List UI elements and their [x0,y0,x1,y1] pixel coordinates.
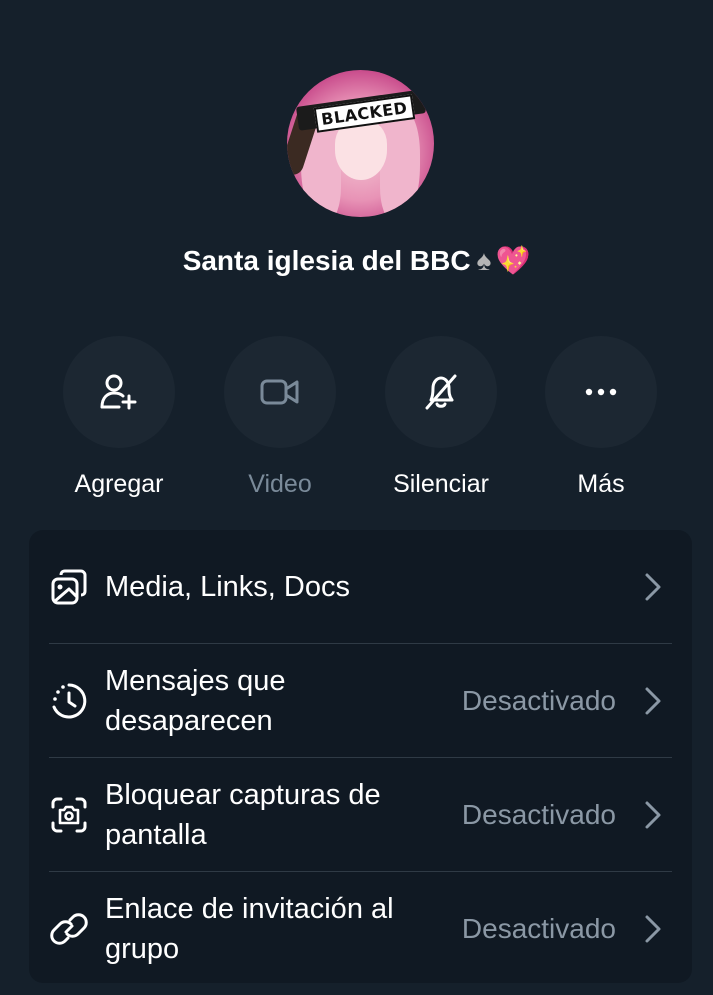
spade-emoji: ♠ [476,245,492,276]
more-options-label: Más [577,470,625,498]
group-title-text: Santa iglesia del BBC [182,245,471,276]
add-member-label: Agregar [74,470,164,498]
group-title: Santa iglesia del BBC ♠ 💖 [0,244,713,277]
add-member-button[interactable]: Agregar [39,336,199,499]
chevron-right-icon [645,915,661,943]
screenshot-camera-icon [51,797,87,833]
mute-circle[interactable] [385,336,497,448]
timer-icon [52,683,87,719]
video-camera-icon [260,379,299,405]
disappearing-messages-label: Mensajes que desaparecen [105,665,286,737]
mute-button[interactable]: Silenciar [361,336,521,499]
block-screenshots-label: Bloquear capturas de pantalla [105,779,381,851]
bell-off-icon [425,374,457,410]
avatar-hair-right [380,110,420,217]
more-horizontal-icon [585,388,617,396]
settings-card: Media, Links, Docs Mensajes que desapare… [29,530,692,983]
more-options-button[interactable]: Más [521,336,681,499]
video-call-label: Video [248,470,312,498]
sparkling-heart-emoji: 💖 [495,245,531,276]
media-links-docs-label: Media, Links, Docs [105,571,350,603]
link-icon [50,913,88,945]
mute-label: Silenciar [393,470,489,498]
chevron-right-icon [645,573,661,601]
invite-link-status: Desactivado [461,913,616,944]
action-bar: Agregar Video Silenciar Más [0,336,713,499]
add-user-icon [100,374,137,410]
settings-row-disappearing-messages[interactable]: Mensajes que desaparecen Desactivado [29,644,692,758]
group-avatar[interactable]: BLACKED [287,70,434,217]
settings-row-block-screenshots[interactable]: Bloquear capturas de pantalla Desactivad… [29,758,692,872]
video-call-circle[interactable] [224,336,336,448]
more-options-circle[interactable] [545,336,657,448]
invite-link-label: Enlace de invitación al grupo [105,893,394,965]
add-member-circle[interactable] [63,336,175,448]
chevron-right-icon [645,687,661,715]
media-gallery-icon [51,569,87,605]
chevron-right-icon [645,801,661,829]
block-screenshots-status: Desactivado [461,799,616,830]
settings-row-media[interactable]: Media, Links, Docs [29,530,692,644]
disappearing-messages-status: Desactivado [461,685,616,716]
settings-row-invite-link[interactable]: Enlace de invitación al grupo Desactivad… [29,872,692,986]
video-call-button[interactable]: Video [200,336,360,499]
